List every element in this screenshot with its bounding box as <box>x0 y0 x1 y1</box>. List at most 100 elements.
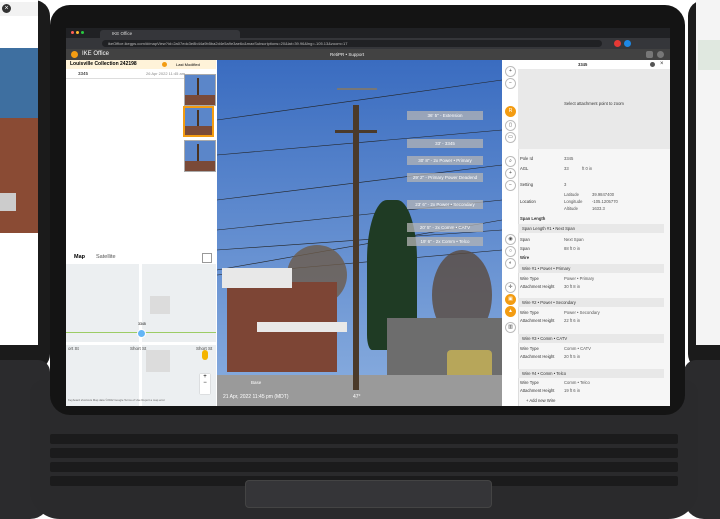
wire-header[interactable]: Wire #1 • Power • Primary <box>518 264 664 273</box>
attachment-height-row[interactable]: Attachment Height 30 ft 8 in <box>502 282 670 291</box>
user-icon[interactable] <box>657 51 664 58</box>
setting-row[interactable]: Setting 3 <box>502 180 670 189</box>
wire-header[interactable]: Wire #2 • Power • Secondary <box>518 298 664 307</box>
attachment-height-row[interactable]: Attachment Height 19 ft 6 in <box>502 386 670 395</box>
browser-tab-strip: IKE Office <box>66 28 670 38</box>
pole-id-row[interactable]: Pole Id 3345 <box>502 154 670 163</box>
zoom-out-button[interactable]: − <box>200 380 210 386</box>
add-wire-button[interactable]: + Add new Wire <box>526 396 555 405</box>
measurement-label[interactable]: 19' 6" - 2x Comm • Telco <box>407 237 483 246</box>
app-header: IKE Office RetiPR • Support <box>66 49 670 60</box>
layers-icon[interactable]: ▭ <box>505 132 516 143</box>
agl-label: AGL <box>520 166 529 171</box>
measure-tool-icon[interactable]: R <box>505 106 516 117</box>
close-icon[interactable]: × <box>660 60 664 69</box>
document-icon[interactable]: ▯ <box>505 120 516 131</box>
attachment-preview[interactable]: Select attachment point to zoom <box>518 69 670 149</box>
measurement-label[interactable]: 23' 6" - 2x Power • Secondary <box>407 200 483 209</box>
left-device-frame: × <box>0 0 50 370</box>
wire-header[interactable]: Wire #3 • Comm • CATV <box>518 334 664 343</box>
address-bar[interactable]: ikeOffice.ikegps.com/#/mapView?id=2a07ed… <box>102 40 602 47</box>
details-panel: + − R ▯ ▭ ⌕ + − ◉ ○ ◐ ✛ ▣ ▲ ▥ 3345 × Sel… <box>502 60 670 406</box>
wire-section-label: Wire <box>520 255 530 260</box>
attachment-height-value: 20 ft 5 in <box>564 354 581 359</box>
span-length-row[interactable]: Span 88 ft 0 in <box>502 244 670 253</box>
agl-row[interactable]: AGL 33 ft 0 in <box>502 164 670 173</box>
pole-id: 3345 <box>78 71 89 76</box>
plus-icon[interactable]: + <box>505 66 516 77</box>
pole-photo[interactable]: 36' 5" - Extension 33' - 3345 30' 8" - 2… <box>217 60 502 406</box>
span-value: Next Span <box>564 237 584 242</box>
span-label: Span <box>520 237 530 242</box>
fullscreen-icon[interactable] <box>202 253 212 263</box>
help-icon[interactable] <box>646 51 653 58</box>
location-status[interactable]: Last Modified <box>176 60 200 69</box>
house-graphic <box>185 126 212 135</box>
add-wire-row[interactable]: + Add new Wire <box>502 396 670 405</box>
key-row <box>50 462 678 472</box>
pole-date: 26 Apr 2022 11:45 am <box>146 71 186 76</box>
photo-thumbnail[interactable] <box>184 74 216 106</box>
window-minimize-dot[interactable] <box>76 31 79 34</box>
trackpad[interactable] <box>245 480 492 508</box>
attachment-height-value: 22 ft 6 in <box>564 318 581 323</box>
photo-angle: 47° <box>353 394 361 400</box>
minus-icon[interactable]: − <box>505 78 516 89</box>
attachment-height-label: Attachment Height <box>520 354 555 359</box>
profile-icon[interactable] <box>624 40 631 47</box>
close-icon[interactable]: × <box>2 4 11 13</box>
panel-header: 3345 × <box>518 60 670 69</box>
pole-marker[interactable] <box>137 329 146 338</box>
satellite-tab[interactable]: Satellite <box>96 250 116 264</box>
map-footer: Keyboard shortcuts Map data ©2022 Google… <box>68 398 165 402</box>
span-section-label: Span Length <box>520 216 546 221</box>
measurement-label[interactable]: 20' 5" - 2x Comm • CATV <box>407 223 483 232</box>
altitude-value: 1633.3 <box>592 206 605 211</box>
browser-tab[interactable]: IKE Office <box>100 30 240 38</box>
window-close-dot[interactable] <box>71 31 74 34</box>
span-row[interactable]: Span Next Span <box>502 235 670 244</box>
altitude-row: Altitude 1633.3 <box>502 204 670 213</box>
setting-label: Setting <box>520 182 534 187</box>
house-roof <box>222 268 292 288</box>
street-label: Short St <box>130 346 147 351</box>
key-row <box>50 434 678 444</box>
span-header[interactable]: Span Length #1 • Next Span <box>518 224 664 233</box>
span-section[interactable]: Span Length <box>502 214 670 223</box>
wire-header[interactable]: Wire #4 • Comm • Telco <box>518 369 664 378</box>
attachment-height-label: Attachment Height <box>520 318 555 323</box>
measurement-label[interactable]: 36' 5" - Extension <box>407 111 483 120</box>
measurement-label[interactable]: 33' - 3345 <box>407 139 483 148</box>
house-graphic <box>185 95 215 105</box>
street-view-pegman-icon[interactable] <box>202 350 208 360</box>
map-building <box>150 296 170 314</box>
attachment-height-label: Attachment Height <box>520 284 555 289</box>
collection-name: Louisville Collection 242198 <box>70 61 137 67</box>
meter-box <box>0 193 16 211</box>
browser-toolbar: ikeOffice.ikegps.com/#/mapView?id=2a07ed… <box>66 38 670 49</box>
utility-pole <box>353 105 359 390</box>
photo-thumbnail-selected[interactable] <box>183 106 214 137</box>
wire-section[interactable]: Wire <box>502 253 670 262</box>
measurement-label[interactable]: 29' 2" - Primary Power Deadend <box>407 173 483 182</box>
zoom-controls: + − <box>200 374 210 394</box>
map-tab[interactable]: Map <box>74 250 85 264</box>
camera-icon[interactable]: ▣ <box>505 294 516 305</box>
setting-value: 3 <box>564 182 567 187</box>
attachment-height-value: 19 ft 6 in <box>564 388 581 393</box>
photo-thumbnail[interactable] <box>184 140 216 172</box>
panel-title: 3345 <box>578 62 588 67</box>
extension-icon[interactable] <box>614 40 621 47</box>
attachment-height-row[interactable]: Attachment Height 20 ft 5 in <box>502 352 670 361</box>
attachment-height-row[interactable]: Attachment Height 22 ft 6 in <box>502 316 670 325</box>
info-icon[interactable] <box>650 62 655 67</box>
map-view[interactable]: Map Satellite 3345 ort St Short St Short… <box>66 250 216 406</box>
org-selector[interactable]: RetiPR • Support <box>330 50 364 59</box>
agl-value: 33 <box>564 166 569 171</box>
window-maximize-dot[interactable] <box>81 31 84 34</box>
wire-line <box>217 164 502 201</box>
ike-logo-icon <box>71 51 78 58</box>
key-row <box>50 448 678 458</box>
measurement-label[interactable]: 30' 8" - 2x Power • Primary <box>407 156 483 165</box>
photo-timestamp: 21 Apr, 2022 11:45 pm (MDT) <box>223 394 289 400</box>
